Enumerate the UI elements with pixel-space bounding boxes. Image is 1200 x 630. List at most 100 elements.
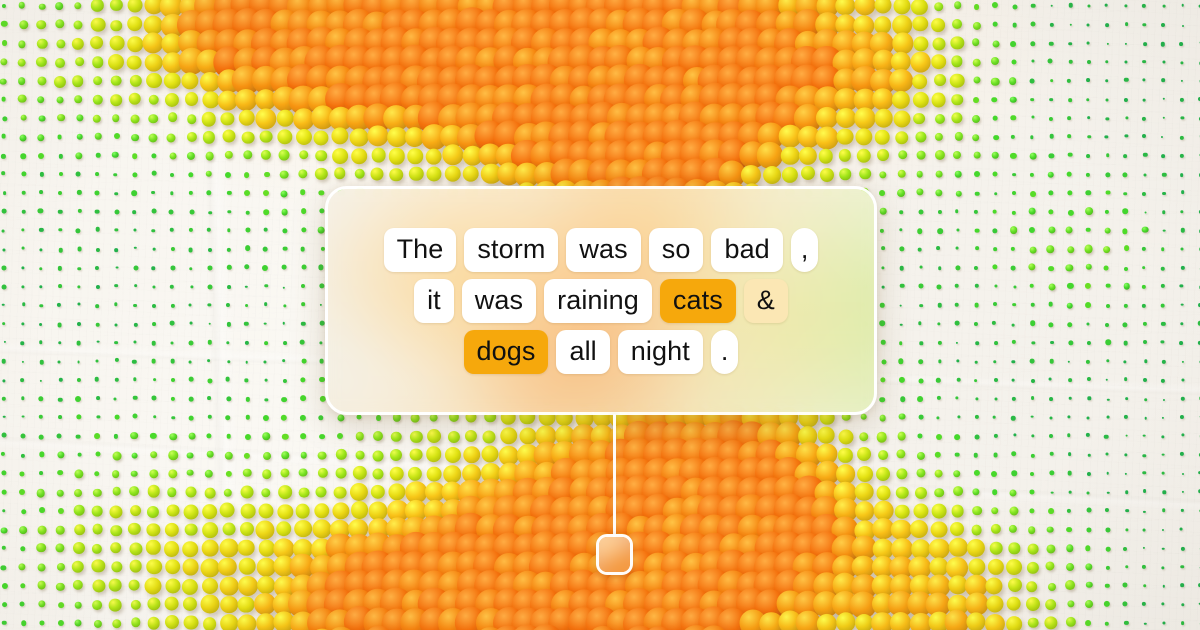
matrix-dot: [38, 115, 46, 122]
matrix-dot: [245, 360, 248, 364]
matrix-dot: [973, 151, 981, 159]
token-chip[interactable]: storm: [464, 227, 559, 272]
matrix-dot: [916, 396, 923, 403]
matrix-dot: [898, 413, 906, 421]
token-chip[interactable]: it: [414, 278, 454, 323]
matrix-dot: [107, 53, 124, 70]
matrix-dot: [54, 75, 67, 88]
matrix-dot: [1067, 209, 1074, 216]
matrix-dot: [1029, 508, 1035, 514]
matrix-dot: [955, 209, 959, 213]
matrix-dot: [165, 578, 181, 594]
matrix-dot: [243, 468, 252, 477]
matrix-dot: [1143, 173, 1147, 177]
matrix-dot: [951, 504, 964, 518]
token-sequence-tooltip[interactable]: The storm was so bad, it was raining cats & dogs al…: [325, 186, 877, 415]
matrix-dot: [426, 466, 442, 482]
matrix-dot: [762, 166, 781, 185]
matrix-dot: [994, 377, 998, 382]
matrix-dot: [780, 146, 800, 166]
matrix-dot: [171, 415, 175, 420]
matrix-dot: [1025, 597, 1040, 611]
matrix-dot: [1047, 58, 1053, 64]
matrix-dot: [889, 612, 912, 630]
matrix-dot: [245, 397, 250, 402]
token-chip[interactable]: cats: [659, 278, 736, 323]
matrix-dot: [219, 538, 239, 558]
matrix-dot: [277, 504, 293, 520]
token-chip[interactable]: was: [566, 227, 641, 272]
token-chip[interactable]: so: [648, 227, 704, 272]
matrix-dot: [261, 469, 272, 480]
matrix-dot: [225, 470, 233, 477]
matrix-dot: [114, 228, 119, 232]
matrix-dot: [1, 396, 7, 402]
matrix-dot: [146, 523, 160, 537]
token-chip[interactable]: raining: [544, 278, 652, 323]
token-row: The storm was so bad,: [383, 227, 819, 272]
token-chip[interactable]: bad: [711, 227, 783, 272]
matrix-dot: [1046, 245, 1055, 253]
matrix-dot: [131, 190, 138, 197]
matrix-dot: [1161, 508, 1166, 512]
token-chip[interactable]: &: [743, 278, 788, 323]
matrix-dot: [238, 539, 255, 556]
matrix-dot: [76, 321, 81, 326]
matrix-dot: [20, 620, 27, 627]
matrix-dot: [1122, 172, 1128, 178]
matrix-dot: [973, 321, 978, 326]
matrix-dot: [259, 130, 273, 143]
matrix-dot: [319, 303, 323, 306]
matrix-dot: [1123, 191, 1128, 196]
token-chip[interactable]: night: [617, 329, 703, 374]
matrix-dot: [992, 171, 998, 177]
matrix-dot: [839, 168, 851, 180]
matrix-dot: [919, 265, 923, 269]
matrix-dot: [300, 394, 307, 401]
matrix-dot: [894, 130, 909, 145]
selected-cell-marker[interactable]: [596, 534, 633, 575]
matrix-dot: [1180, 303, 1184, 306]
matrix-dot: [899, 376, 906, 383]
matrix-dot: [935, 434, 942, 440]
matrix-dot: [1007, 578, 1022, 593]
matrix-dot: [1031, 434, 1035, 438]
matrix-dot: [263, 360, 267, 364]
matrix-dot: [951, 93, 964, 106]
matrix-dot: [1086, 507, 1092, 513]
matrix-dot: [276, 109, 294, 127]
matrix-dot: [313, 130, 329, 146]
matrix-dot: [183, 597, 198, 612]
token-chip[interactable]: was: [461, 278, 537, 323]
matrix-dot: [57, 415, 62, 420]
matrix-dot: [74, 56, 85, 67]
matrix-dot: [874, 108, 893, 128]
token-chip[interactable]: .: [710, 329, 739, 374]
matrix-dot: [201, 503, 218, 520]
matrix-dot: [1067, 340, 1074, 346]
matrix-dot: [899, 227, 903, 232]
matrix-dot: [1162, 4, 1166, 8]
matrix-dot: [133, 228, 137, 232]
token-chip[interactable]: ,: [790, 227, 819, 272]
token-chip[interactable]: dogs: [463, 329, 549, 374]
matrix-dot: [1065, 263, 1073, 272]
matrix-dot: [226, 433, 232, 439]
matrix-dot: [218, 557, 237, 576]
matrix-dot: [166, 487, 177, 498]
matrix-dot: [1141, 226, 1149, 234]
matrix-dot: [37, 38, 48, 50]
matrix-dot: [1, 3, 7, 8]
matrix-dot: [21, 170, 27, 177]
token-chip[interactable]: all: [556, 329, 610, 374]
token-row: dogs all night.: [463, 329, 739, 374]
matrix-dot: [110, 0, 123, 12]
matrix-dot: [1006, 616, 1022, 630]
matrix-dot: [950, 36, 965, 50]
matrix-dot: [1086, 97, 1090, 102]
matrix-dot: [894, 504, 910, 519]
token-chip[interactable]: The: [383, 227, 457, 272]
matrix-dot: [992, 227, 998, 234]
matrix-dot: [937, 228, 943, 234]
matrix-dot: [109, 578, 122, 592]
